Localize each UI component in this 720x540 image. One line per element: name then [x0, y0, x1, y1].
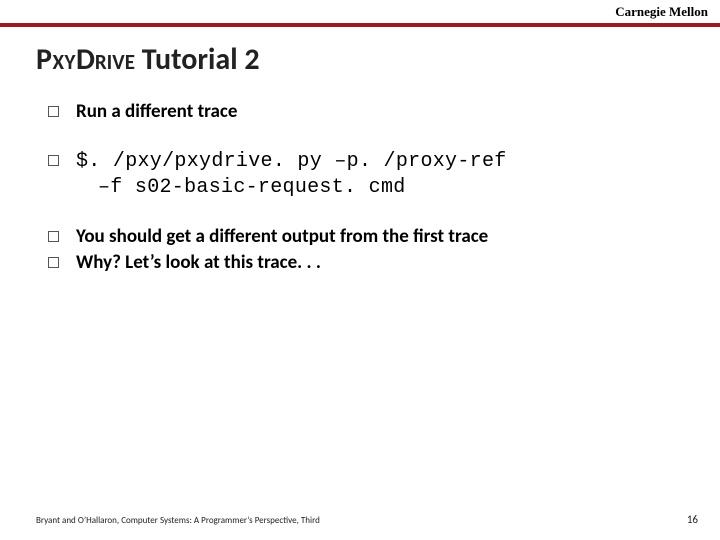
bullet-text: Run a different trace — [76, 100, 237, 123]
slide-title: PxyDrive Tutorial 2 — [0, 27, 720, 88]
title-rest: Tutorial 2 — [135, 41, 260, 78]
title-drive: Drive — [76, 41, 135, 78]
bullet-item: Run a different trace — [48, 100, 672, 125]
bullet-item: You should get a different output from t… — [48, 225, 672, 250]
footer: Bryant and O’Hallaron, Computer Systems:… — [36, 513, 698, 526]
bullet-item: $. /pxy/pxydrive. py –p. /proxy-ref –f s… — [48, 149, 672, 201]
command-line-2: –f s02-basic-request. cmd — [76, 175, 672, 201]
command-line-1: $. /pxy/pxydrive. py –p. /proxy-ref — [76, 149, 672, 175]
header-bar: Carnegie Mellon — [0, 0, 720, 27]
title-pxy: Pxy — [36, 41, 76, 78]
footer-citation: Bryant and O’Hallaron, Computer Systems:… — [36, 515, 320, 526]
page-number: 16 — [687, 513, 698, 526]
header-brand: Carnegie Mellon — [615, 4, 708, 20]
bullet-text: You should get a different output from t… — [76, 225, 488, 248]
bullet-list: Run a different trace $. /pxy/pxydrive. … — [0, 88, 720, 276]
bullet-text: Why? Let’s look at this trace. . . — [76, 251, 321, 274]
bullet-item: Why? Let’s look at this trace. . . — [48, 251, 672, 276]
